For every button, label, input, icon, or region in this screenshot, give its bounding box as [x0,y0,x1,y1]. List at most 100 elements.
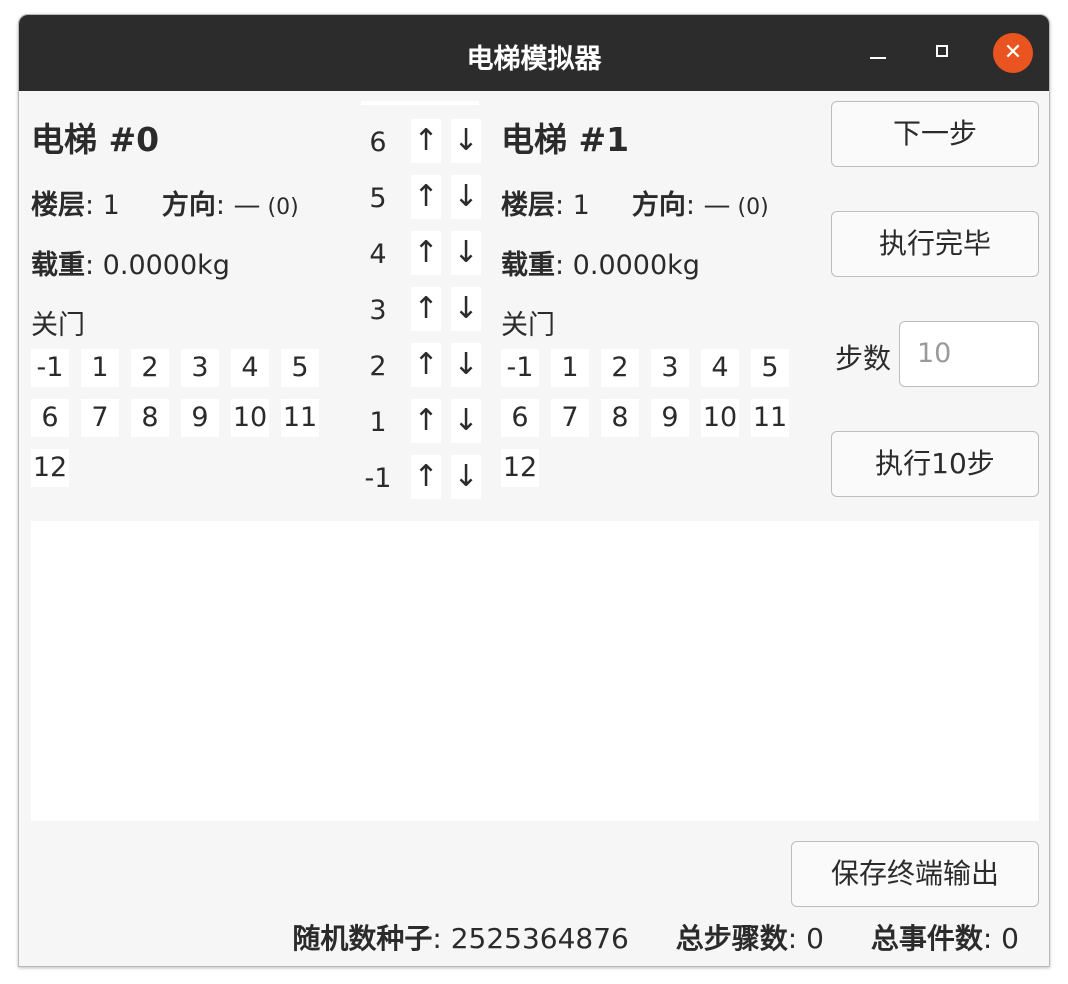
floor-button[interactable]: 8 [131,399,169,437]
floor-button[interactable]: 5 [281,349,319,387]
floor-button[interactable]: -1 [501,349,539,387]
call-floor-label: 2 [369,351,387,382]
call-row: 5 ↑ ↓ [359,175,483,219]
elevator-title: 电梯 #0 [31,120,160,159]
total-steps-value: : 0 [787,922,824,955]
call-row: 1 ↑ ↓ [359,399,483,443]
floor-button[interactable]: 7 [551,399,589,437]
call-row: -1 ↑ ↓ [359,455,483,499]
next-step-button[interactable]: 下一步 [831,101,1039,167]
direction-code: (0) [260,195,299,220]
arrow-down-icon: ↓ [453,403,479,438]
direction-value: : — [215,190,261,221]
direction-label: 方向 [161,190,216,221]
arrow-up-icon: ↑ [413,403,439,438]
maximize-button[interactable] [924,33,964,73]
floor-button[interactable]: 6 [31,399,69,437]
elevator-title: 电梯 #1 [501,120,630,159]
total-events-value: : 0 [982,922,1019,955]
arrow-down-icon: ↓ [453,235,479,270]
call-up-button[interactable]: ↑ [411,119,441,163]
floor-button[interactable]: 3 [651,349,689,387]
arrow-down-icon: ↓ [453,459,479,494]
arrow-up-icon: ↑ [413,459,439,494]
floor-label: 楼层 [501,190,555,221]
floor-button[interactable]: 5 [751,349,789,387]
arrow-up-icon: ↑ [413,123,439,158]
floor-button[interactable]: 6 [501,399,539,437]
arrow-up-icon: ↑ [413,291,439,326]
call-down-button[interactable]: ↓ [451,343,481,387]
call-row: 2 ↑ ↓ [359,343,483,387]
total-events-status: 总事件数: 0 [871,922,1019,955]
load-label: 载重 [501,250,555,281]
floor-button[interactable]: 4 [231,349,269,387]
arrow-down-icon: ↓ [453,291,479,326]
call-floor-label: 4 [369,239,387,270]
scroll-edge [361,101,479,105]
arrow-down-icon: ↓ [453,347,479,382]
call-floor-label: 3 [369,295,387,326]
save-output-button[interactable]: 保存终端输出 [791,841,1039,907]
call-up-button[interactable]: ↑ [411,455,441,499]
call-floor-label: 1 [369,407,387,438]
floor-button[interactable]: 1 [551,349,589,387]
floor-button[interactable]: 4 [701,349,739,387]
call-down-button[interactable]: ↓ [451,231,481,275]
call-floor-label: 5 [369,183,387,214]
floor-button[interactable]: 11 [281,399,319,437]
call-row: 6 ↑ ↓ [359,119,483,163]
title-bar[interactable]: 电梯模拟器 ✕ [19,15,1049,91]
terminal-output[interactable] [31,521,1039,821]
close-button[interactable]: ✕ [993,33,1033,73]
hall-call-panel: 6 ↑ ↓ 5 ↑ ↓ 4 ↑ ↓ 3 ↑ ↓ 2 ↑ ↓ 1 ↑ ↓ -1 ↑… [359,91,483,511]
call-down-button[interactable]: ↓ [451,175,481,219]
floor-button[interactable]: 3 [181,349,219,387]
door-status: 关门 [501,310,555,341]
floor-button[interactable]: 12 [501,449,539,487]
total-steps-status: 总步骤数: 0 [676,922,824,955]
load-label: 载重 [31,250,85,281]
floor-button[interactable]: 2 [601,349,639,387]
call-up-button[interactable]: ↑ [411,175,441,219]
total-steps-label: 总步骤数 [675,922,788,955]
floor-button[interactable]: 9 [651,399,689,437]
main-window: 电梯模拟器 ✕ 电梯 #0 楼层: 1 方向: — (0) 载重: 0.0000k… [18,14,1050,967]
floor-button[interactable]: 10 [231,399,269,437]
arrow-down-icon: ↓ [453,123,479,158]
total-events-label: 总事件数 [870,922,983,955]
run-n-steps-button[interactable]: 执行10步 [831,431,1039,497]
run-to-end-button[interactable]: 执行完毕 [831,211,1039,277]
call-up-button[interactable]: ↑ [411,231,441,275]
floor-button[interactable]: 2 [131,349,169,387]
call-down-button[interactable]: ↓ [451,399,481,443]
floor-button[interactable]: 11 [751,399,789,437]
load-value: : 0.0000kg [555,250,700,281]
floor-button[interactable]: 12 [31,449,69,487]
steps-input[interactable]: 10 [899,321,1039,387]
minimize-button[interactable] [857,33,897,73]
floor-button[interactable]: 8 [601,399,639,437]
floor-label: 楼层 [31,190,85,221]
floor-value: : 1 [85,190,120,221]
steps-label: 步数 [835,342,892,375]
floor-button[interactable]: 10 [701,399,739,437]
call-down-button[interactable]: ↓ [451,287,481,331]
floor-button[interactable]: 1 [81,349,119,387]
call-down-button[interactable]: ↓ [451,119,481,163]
floor-direction-row: 楼层: 1 方向: — (0) [31,183,299,222]
direction-code: (0) [730,195,769,220]
floor-button[interactable]: 9 [181,399,219,437]
floor-button[interactable]: 7 [81,399,119,437]
floor-value: : 1 [555,190,590,221]
floor-button[interactable]: -1 [31,349,69,387]
call-row: 3 ↑ ↓ [359,287,483,331]
seed-value: : 2525364876 [432,922,629,955]
arrow-down-icon: ↓ [453,179,479,214]
arrow-up-icon: ↑ [413,347,439,382]
call-up-button[interactable]: ↑ [411,399,441,443]
arrow-up-icon: ↑ [413,179,439,214]
call-up-button[interactable]: ↑ [411,287,441,331]
call-up-button[interactable]: ↑ [411,343,441,387]
call-down-button[interactable]: ↓ [451,455,481,499]
